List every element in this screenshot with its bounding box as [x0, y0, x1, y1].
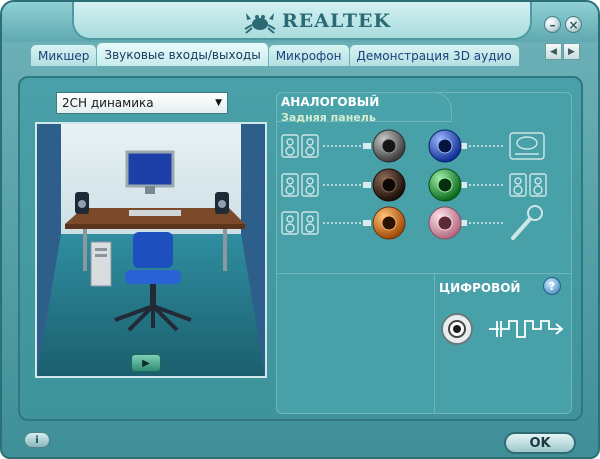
- brand-name: REALTEK: [282, 10, 391, 32]
- tab-bar: Микшер Звуковые входы/выходы Микрофон Де…: [30, 42, 538, 66]
- info-icon: i: [35, 434, 39, 446]
- tab-scroll-right-button[interactable]: ▶: [563, 43, 580, 60]
- section-divider-vertical: [434, 273, 435, 413]
- chevron-down-icon: ▼: [215, 98, 222, 108]
- tab-scroll-left-button[interactable]: ◀: [545, 43, 562, 60]
- speakers-pair-icon: [281, 134, 319, 158]
- audio-io-page: 2CH динамика ▼ ▶ АНАЛОГОВЫЙ Задняя панел…: [18, 76, 583, 421]
- tab-3d-audio-demo[interactable]: Демонстрация 3D аудио: [348, 44, 520, 66]
- title-bar[interactable]: REALTEK – ×: [2, 2, 598, 42]
- jack-pink[interactable]: [428, 206, 462, 240]
- jack-grey[interactable]: [372, 129, 406, 163]
- chevron-right-icon: ▶: [568, 46, 575, 57]
- minimize-button[interactable]: –: [544, 16, 561, 33]
- connectors-panel: АНАЛОГОВЫЙ Задняя панель ЦИФРОВОЙ ?: [276, 92, 572, 414]
- jack-orange[interactable]: [372, 206, 406, 240]
- monitor-icon: [125, 150, 175, 188]
- keyboard-icon: [129, 210, 181, 216]
- room-illustration: [37, 124, 265, 376]
- tab-audio-io[interactable]: Звуковые входы/выходы: [96, 42, 269, 66]
- speakers-pair-icon: [281, 173, 319, 197]
- tab-mixer[interactable]: Микшер: [30, 44, 98, 66]
- jack-blue[interactable]: [428, 129, 462, 163]
- crab-logo-icon: [244, 13, 276, 34]
- chevron-left-icon: ◀: [550, 46, 557, 57]
- close-button[interactable]: ×: [565, 16, 582, 33]
- digital-signal-icon: [489, 320, 564, 338]
- speaker-config-select[interactable]: 2CH динамика ▼: [56, 92, 228, 114]
- digital-title: ЦИФРОВОЙ: [439, 281, 521, 295]
- realtek-logo: REALTEK: [242, 6, 391, 36]
- speakers-pair-icon: [509, 173, 547, 197]
- ok-button[interactable]: OK: [504, 432, 576, 454]
- info-button[interactable]: i: [24, 432, 50, 448]
- microphone-icon: [511, 205, 543, 240]
- tab-microphone[interactable]: Микрофон: [267, 44, 350, 66]
- speakers-pair-icon: [281, 211, 319, 235]
- realtek-window: REALTEK – × Микшер Звуковые входы/выходы…: [0, 0, 600, 459]
- play-icon: ▶: [142, 357, 150, 369]
- help-button[interactable]: ?: [543, 277, 561, 295]
- jack-diagram: [281, 129, 547, 240]
- jack-black[interactable]: [372, 168, 406, 202]
- spdif-jack[interactable]: [441, 313, 473, 345]
- line-in-icon: [509, 132, 545, 160]
- chair-back: [133, 232, 173, 268]
- digital-output-diagram: [441, 313, 564, 345]
- speaker-config-value: 2CH динамика: [62, 96, 154, 110]
- speaker-scene: [35, 122, 267, 378]
- play-test-button[interactable]: ▶: [131, 354, 161, 372]
- help-icon: ?: [548, 279, 556, 293]
- minimize-icon: –: [549, 17, 556, 32]
- jack-green[interactable]: [428, 168, 462, 202]
- section-divider: [277, 273, 571, 274]
- close-icon: ×: [568, 17, 579, 32]
